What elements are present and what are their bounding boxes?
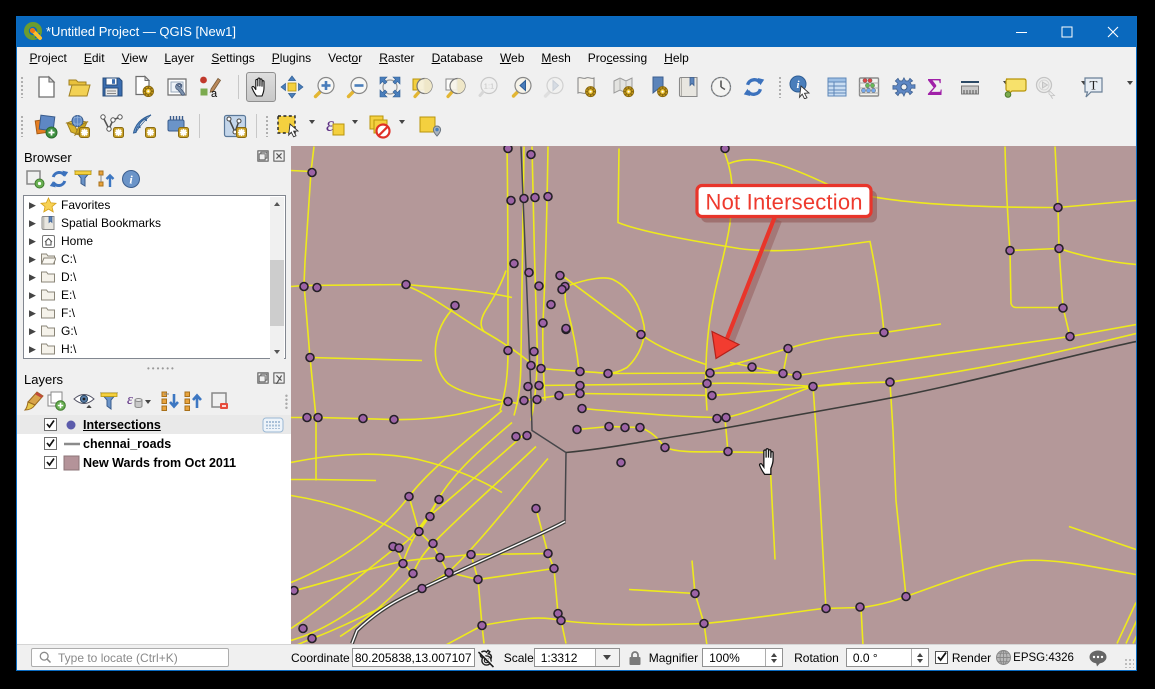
svg-text:a: a: [211, 88, 218, 99]
svg-text:ε: ε: [326, 114, 334, 136]
svg-text:Σ: Σ: [927, 75, 943, 99]
svg-text:ε: ε: [127, 392, 133, 408]
svg-text:1:1: 1:1: [484, 82, 494, 91]
svg-text:T: T: [1090, 78, 1098, 93]
svg-text:Not Intersection: Not Intersection: [706, 190, 863, 215]
